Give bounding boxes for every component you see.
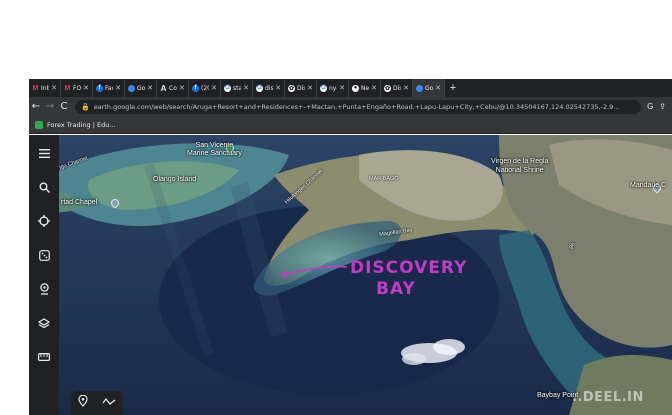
google-icon: G — [256, 84, 263, 92]
tab-title: Fac — [105, 84, 113, 92]
chatgpt-icon: ✿ — [384, 84, 391, 92]
map-label-olango-island: Olango Island — [153, 176, 197, 183]
tab-nev[interactable]: ●Nev✕ — [349, 79, 381, 97]
map-label-mandaue: Mandaue C — [630, 182, 667, 189]
tab-title: Goo — [137, 84, 146, 92]
close-icon[interactable]: ✕ — [435, 84, 441, 92]
map-label-san-vicente: San Vicente Marine Sanctuary — [187, 142, 242, 157]
tab-title: Goo — [425, 84, 434, 92]
earth-map-viewport[interactable]: Olango Channel San Vicente Marine Sanctu… — [29, 135, 672, 415]
close-icon[interactable]: ✕ — [179, 84, 185, 92]
voyager-icon[interactable] — [36, 213, 52, 229]
tab-disc-chatgpt-2[interactable]: ✿Disc✕ — [381, 79, 413, 97]
map-label-maribago: MARIBAGO — [369, 176, 399, 182]
path-icon[interactable] — [102, 394, 116, 412]
screenshot-root: MInbo✕ MFOI✕ fFac✕ Goo✕ ACor✕ f(20✕ Gsta… — [0, 0, 672, 415]
lock-icon: 🔒 — [81, 103, 90, 111]
github-icon: ● — [352, 84, 359, 92]
address-bar-actions: G ⇪ — [641, 102, 672, 111]
text-a-icon: A — [160, 83, 167, 93]
globe-icon — [128, 84, 135, 92]
tab-cor[interactable]: ACor✕ — [157, 79, 189, 97]
tab-title: disc — [265, 84, 273, 92]
forward-icon[interactable]: → — [43, 101, 57, 112]
ruler-icon[interactable] — [36, 349, 52, 365]
close-icon[interactable]: ✕ — [307, 84, 313, 92]
gmail-icon: M — [32, 84, 39, 92]
tab-facebook-20[interactable]: f(20✕ — [189, 79, 221, 97]
tab-google-earth[interactable]: Goo✕ — [413, 79, 445, 97]
address-bar-row: ← → C 🔒 earth.google.com/web/search/Arug… — [29, 97, 672, 116]
browser-tab-strip: MInbo✕ MFOI✕ fFac✕ Goo✕ ACor✕ f(20✕ Gsta… — [29, 79, 672, 97]
tab-inbox[interactable]: MInbo✕ — [29, 79, 61, 97]
map-label-virgen-de-la-regla: Virgen de la Regla National Shrine — [491, 158, 549, 174]
tab-title: (20 — [201, 84, 209, 92]
close-icon[interactable]: ✕ — [371, 84, 377, 92]
tab-facebook[interactable]: fFac✕ — [93, 79, 125, 97]
facebook-icon: f — [192, 84, 199, 92]
close-icon[interactable]: ✕ — [403, 84, 409, 92]
tab-title: Disc — [297, 84, 305, 92]
google-earth-icon — [416, 84, 423, 92]
share-icon[interactable]: ⇪ — [659, 102, 666, 111]
new-tab-button[interactable]: + — [445, 79, 461, 97]
google-icon: G — [320, 84, 327, 92]
close-icon[interactable]: ✕ — [211, 84, 217, 92]
reload-icon[interactable]: C — [57, 101, 71, 112]
gmail-icon: M — [64, 84, 71, 92]
tab-nya[interactable]: Gnya✕ — [317, 79, 349, 97]
bookmarks-bar: Forex Trading | Edu... — [29, 116, 672, 134]
tab-title: Cor — [169, 84, 177, 92]
tab-foi[interactable]: MFOI✕ — [61, 79, 93, 97]
bookmark-favicon-icon — [35, 120, 43, 129]
watermark: ..DEEL.IN — [572, 390, 644, 405]
tab-stat[interactable]: Gstat✕ — [221, 79, 253, 97]
facebook-icon: f — [96, 84, 103, 92]
close-icon[interactable]: ✕ — [243, 84, 249, 92]
tab-title: stat — [233, 84, 241, 92]
chatgpt-icon: ✿ — [288, 84, 295, 92]
location-pin-icon[interactable] — [78, 394, 88, 412]
earth-sidebar — [29, 135, 59, 415]
google-icon: G — [224, 84, 231, 92]
url-text: earth.google.com/web/search/Aruga+Resort… — [93, 102, 620, 111]
tab-title: FOI — [73, 84, 82, 92]
bottom-toolbar — [71, 391, 123, 415]
tab-title: Disc — [393, 84, 401, 92]
tab-disc[interactable]: Gdisc✕ — [253, 79, 285, 97]
bookmark-forex-trading[interactable]: Forex Trading | Edu... — [47, 121, 116, 129]
url-input[interactable]: 🔒 earth.google.com/web/search/Aruga+Reso… — [75, 99, 642, 114]
tab-title: Inbo — [41, 84, 49, 92]
close-icon[interactable]: ✕ — [115, 84, 121, 92]
close-icon[interactable]: ✕ — [51, 84, 57, 92]
back-icon[interactable]: ← — [29, 101, 43, 112]
menu-icon[interactable] — [36, 145, 52, 161]
projects-icon[interactable] — [36, 281, 52, 297]
annotation-discovery: DISCOVERY — [350, 258, 468, 278]
map-label-chapel: rtad Chapel — [61, 199, 98, 206]
close-icon[interactable]: ✕ — [83, 84, 89, 92]
layers-icon[interactable] — [36, 315, 52, 331]
close-icon[interactable]: ✕ — [339, 84, 345, 92]
tab-disc-chatgpt[interactable]: ✿Disc✕ — [285, 79, 317, 97]
tab-title: nya — [329, 84, 337, 92]
tab-title: Nev — [361, 84, 370, 92]
tab-google[interactable]: Goo✕ — [125, 79, 157, 97]
google-lens-icon[interactable]: G — [647, 102, 653, 111]
dice-icon[interactable] — [36, 247, 52, 263]
annotation-bay: BAY — [376, 279, 416, 299]
close-icon[interactable]: ✕ — [147, 84, 153, 92]
close-icon[interactable]: ✕ — [275, 84, 281, 92]
search-icon[interactable] — [36, 179, 52, 195]
